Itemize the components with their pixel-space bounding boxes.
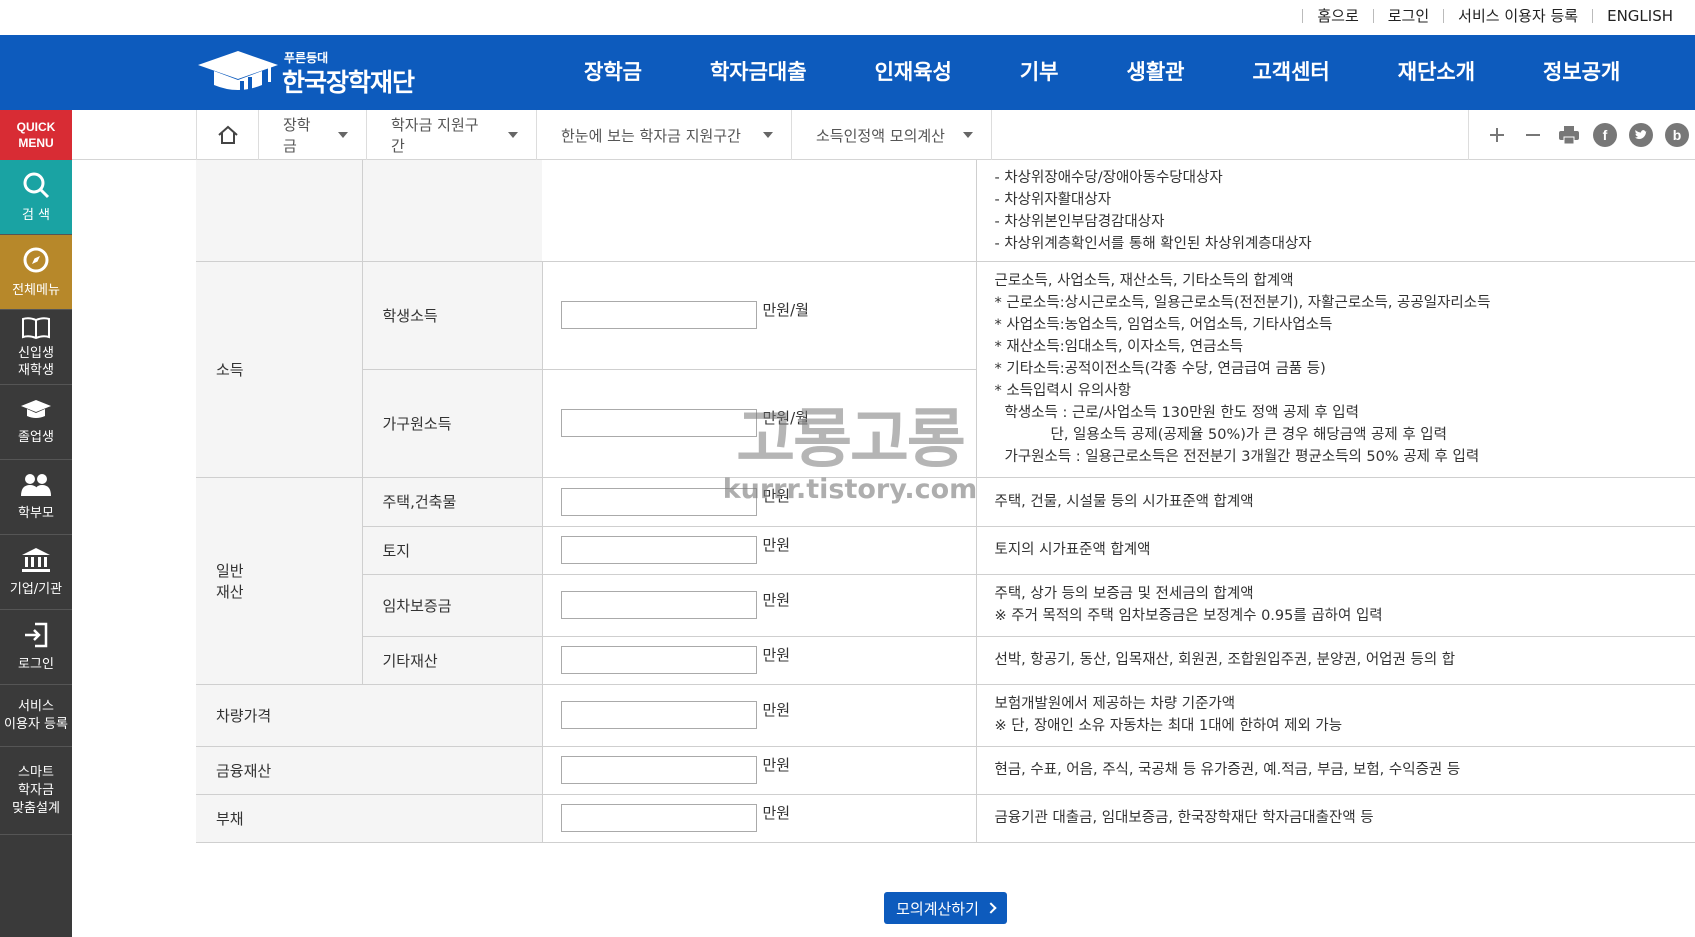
table-row-land: 토지 만원 토지의 시가표준액 합계액 [196,526,1695,575]
income-calculation-table: - 차상위장애수당/장애아동수당대상자 - 차상위자활대상자 - 차상위본인부담… [196,160,1695,843]
utility-english-link[interactable]: ENGLISH [1578,7,1673,25]
eligibility-description: - 차상위장애수당/장애아동수당대상자 - 차상위자활대상자 - 차상위본인부담… [976,160,1695,262]
menu-customer-center[interactable]: 고객센터 [1218,35,1363,110]
utility-bar: 홈으로 로그인 서비스 이용자 등록 ENGLISH [0,0,1695,35]
logo-name: 한국장학재단 [282,68,415,97]
finance-input[interactable] [560,756,757,784]
quick-register-button[interactable]: 서비스 이용자 등록 [0,685,72,747]
printer-icon [1559,126,1579,145]
blog-icon: b [1665,123,1689,147]
household-income-input[interactable] [560,409,757,437]
menu-talent[interactable]: 인재육성 [841,35,986,110]
menu-dormitory[interactable]: 생활관 [1093,35,1219,110]
income-description: 근로소득, 사업소득, 재산소득, 기타소득의 합계액 * 근로소득:상시근로소… [976,261,1695,478]
compass-icon [23,247,49,273]
minus-icon [1526,134,1540,136]
caret-down-icon [963,132,973,138]
quick-graduate-button[interactable]: 졸업생 [0,385,72,460]
chevron-right-icon [985,902,997,914]
book-icon [22,316,50,339]
blog-share-button[interactable]: b [1659,110,1695,160]
quick-search-button[interactable]: 검 색 [0,160,72,235]
table-row-debt: 부채 만원 금융기관 대출금, 임대보증금, 한국장학재단 학자금대출잔액 등 [196,794,1695,843]
caret-down-icon [338,132,348,138]
utility-login-link[interactable]: 로그인 [1359,5,1429,26]
page-tools: f b [1468,110,1695,160]
graduation-cap-logo-icon [198,51,278,91]
building-label: 주택,건축물 [362,477,543,527]
quick-parents-button[interactable]: 학부모 [0,460,72,535]
utility-register-link[interactable]: 서비스 이용자 등록 [1429,5,1578,26]
quick-all-menu-button[interactable]: 전체메뉴 [0,235,72,310]
menu-student-loan[interactable]: 학자금대출 [676,35,841,110]
deposit-label: 임차보증금 [362,574,543,637]
search-icon [23,172,50,199]
menu-disclosure[interactable]: 정보공개 [1509,35,1654,110]
general-property-label: 일반 재산 [196,477,363,685]
menu-donation[interactable]: 기부 [986,35,1093,110]
zoom-in-button[interactable] [1479,110,1515,160]
table-row-student-income: 소득 학생소득 만원/월 근로소득, 사업소득, 재산소득, 기타소득의 합계액… [196,261,1695,478]
utility-home-link[interactable]: 홈으로 [1288,5,1359,26]
zoom-out-button[interactable] [1515,110,1551,160]
breadcrumb-item-overview[interactable]: 한눈에 보는 학자금 지원구간 [537,110,792,160]
login-icon [25,622,48,648]
institution-icon [22,548,50,572]
finance-label: 금융재산 [196,746,543,795]
quick-menu-header: QUICK MENU [0,110,72,160]
table-row-vehicle: 차량가격 만원 보험개발원에서 제공하는 차량 기준가액 ※ 단, 장애인 소유 … [196,684,1695,747]
table-row-finance: 금융재산 만원 현금, 수표, 어음, 주식, 국공채 등 유가증권, 예.적금… [196,746,1695,795]
other-property-label: 기타재산 [362,636,543,685]
table-row-other-property: 기타재산 만원 선박, 항공기, 동산, 입목재산, 회원권, 조합원입주권, … [196,636,1695,685]
breadcrumb-bar: 장학금 학자금 지원구간 한눈에 보는 학자금 지원구간 소득인정액 모의계산 … [72,110,1695,160]
caret-down-icon [508,132,518,138]
facebook-share-button[interactable]: f [1587,110,1623,160]
vehicle-input[interactable] [560,701,757,729]
other-property-input[interactable] [560,646,757,674]
simulate-button[interactable]: 모의계산하기 [884,892,1007,924]
quick-login-button[interactable]: 로그인 [0,610,72,685]
building-input[interactable] [560,487,757,516]
student-income-label: 학생소득 [362,261,543,370]
twitter-icon [1629,123,1653,147]
deposit-input[interactable] [560,591,757,619]
print-button[interactable] [1551,110,1587,160]
table-row-building: 일반 재산 주택,건축물 만원 주택, 건물, 시설물 등의 시가표준액 합계액 [196,477,1695,685]
income-label: 소득 [196,261,363,478]
vehicle-label: 차량가격 [196,684,543,747]
breadcrumb: 장학금 학자금 지원구간 한눈에 보는 학자금 지원구간 소득인정액 모의계산 [196,110,992,160]
quick-menu: QUICK MENU 검 색 전체메뉴 신입생 재학생 졸업생 학부모 기업/기관 … [0,110,72,937]
table-row: - 차상위장애수당/장애아동수당대상자 - 차상위자활대상자 - 차상위본인부담… [196,160,1695,262]
student-income-input[interactable] [560,301,757,329]
breadcrumb-item-scholarship[interactable]: 장학금 [259,110,367,160]
main-menu: 장학금 학자금대출 인재육성 기부 생활관 고객센터 재단소개 정보공개 [550,35,1654,110]
plus-icon [1490,128,1504,142]
graduation-cap-icon [21,400,51,418]
global-navigation: 푸른등대 한국장학재단 장학금 학자금대출 인재육성 기부 생활관 고객센터 재… [0,35,1695,110]
home-icon [217,125,238,144]
household-income-label: 가구원소득 [362,369,543,478]
quick-freshman-button[interactable]: 신입생 재학생 [0,310,72,385]
home-button[interactable] [197,110,259,160]
breadcrumb-item-simulator[interactable]: 소득인정액 모의계산 [792,110,992,160]
land-input[interactable] [560,536,757,564]
debt-input[interactable] [560,804,757,832]
breadcrumb-item-support-level[interactable]: 학자금 지원구간 [367,110,537,160]
facebook-icon: f [1593,123,1617,147]
twitter-share-button[interactable] [1623,110,1659,160]
debt-label: 부채 [196,794,543,843]
menu-scholarship[interactable]: 장학금 [550,35,676,110]
quick-smart-plan-button[interactable]: 스마트 학자금 맞춤설계 [0,747,72,835]
land-label: 토지 [362,526,543,575]
logo[interactable]: 푸른등대 한국장학재단 [196,43,446,103]
quick-company-button[interactable]: 기업/기관 [0,535,72,610]
caret-down-icon [763,132,773,138]
menu-about[interactable]: 재단소개 [1364,35,1509,110]
table-row-deposit: 임차보증금 만원 주택, 상가 등의 보증금 및 전세금의 합계액 ※ 주거 목적… [196,574,1695,637]
people-icon [21,474,51,496]
